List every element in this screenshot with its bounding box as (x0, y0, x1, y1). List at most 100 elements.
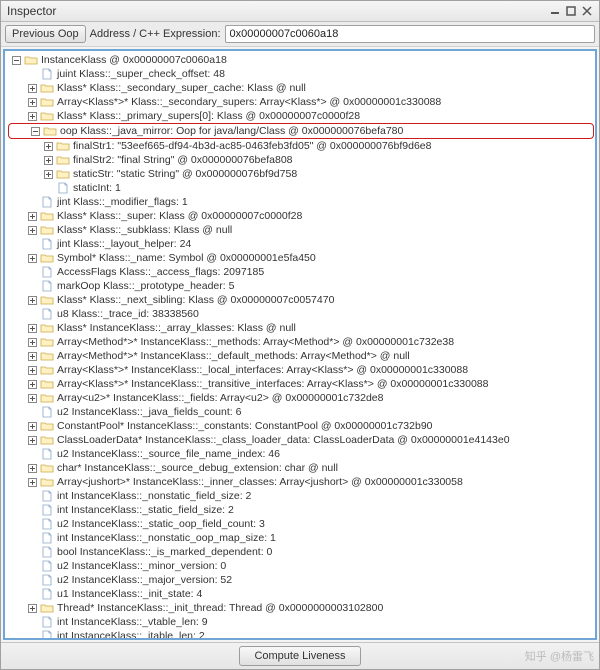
tree-label: staticStr: "static String" @ 0x000000076… (73, 167, 297, 181)
tree-label: finalStr2: "final String" @ 0x000000076b… (73, 153, 293, 167)
expand-icon[interactable] (43, 141, 54, 152)
minimize-icon[interactable] (549, 5, 561, 17)
expand-icon[interactable] (27, 225, 38, 236)
tree-row[interactable]: jint Klass::_modifier_flags: 1 (7, 195, 595, 209)
expand-icon[interactable] (27, 393, 38, 404)
tree-row[interactable]: Array<Klass*>* Klass::_secondary_supers:… (7, 95, 595, 109)
tree-row[interactable]: bool InstanceKlass::_is_marked_dependent… (7, 545, 595, 559)
tree-label: InstanceKlass @ 0x00000007c0060a18 (41, 53, 227, 67)
tree-row[interactable]: char* InstanceKlass::_source_debug_exten… (7, 461, 595, 475)
folder-icon (40, 96, 54, 108)
tree-label: u1 InstanceKlass::_init_state: 4 (57, 587, 202, 601)
tree-row[interactable]: oop Klass::_java_mirror: Oop for java/la… (10, 124, 592, 138)
tree-row[interactable]: Klass* Klass::_primary_supers[0]: Klass … (7, 109, 595, 123)
tree-row[interactable]: staticInt: 1 (7, 181, 595, 195)
tree-row[interactable]: int InstanceKlass::_nonstatic_oop_map_si… (7, 531, 595, 545)
previous-oop-button[interactable]: Previous Oop (5, 25, 86, 43)
expand-icon[interactable] (27, 365, 38, 376)
expand-icon[interactable] (27, 477, 38, 488)
tree-row[interactable]: ConstantPool* InstanceKlass::_constants:… (7, 419, 595, 433)
folder-icon (56, 168, 70, 180)
tree-row[interactable]: InstanceKlass @ 0x00000007c0060a18 (7, 53, 595, 67)
tree-row[interactable]: u2 InstanceKlass::_minor_version: 0 (7, 559, 595, 573)
tree-row[interactable]: Klass* Klass::_subklass: Klass @ null (7, 223, 595, 237)
expand-icon[interactable] (43, 155, 54, 166)
tree-row[interactable]: Klass* Klass::_next_sibling: Klass @ 0x0… (7, 293, 595, 307)
folder-icon (40, 602, 54, 614)
expand-icon[interactable] (27, 351, 38, 362)
tree-label: jint Klass::_layout_helper: 24 (57, 237, 191, 251)
tree-row[interactable]: juint Klass::_super_check_offset: 48 (7, 67, 595, 81)
tree-row[interactable]: u2 InstanceKlass::_java_fields_count: 6 (7, 405, 595, 419)
tree-view[interactable]: InstanceKlass @ 0x00000007c0060a18juint … (3, 49, 597, 640)
tree-row[interactable]: Klass* Klass::_super: Klass @ 0x00000007… (7, 209, 595, 223)
maximize-icon[interactable] (565, 5, 577, 17)
tree-row[interactable]: markOop Klass::_prototype_header: 5 (7, 279, 595, 293)
tree-row[interactable]: Array<Method*>* InstanceKlass::_default_… (7, 349, 595, 363)
tree-row[interactable]: u2 InstanceKlass::_static_oop_field_coun… (7, 517, 595, 531)
tree-row[interactable]: u1 InstanceKlass::_init_state: 4 (7, 587, 595, 601)
tree-row[interactable]: Array<Klass*>* InstanceKlass::_local_int… (7, 363, 595, 377)
tree-row[interactable]: Klass* InstanceKlass::_array_klasses: Kl… (7, 321, 595, 335)
tree-row[interactable]: Symbol* Klass::_name: Symbol @ 0x0000000… (7, 251, 595, 265)
tree-row[interactable]: u2 InstanceKlass::_source_file_name_inde… (7, 447, 595, 461)
tree-row[interactable]: AccessFlags Klass::_access_flags: 209718… (7, 265, 595, 279)
expand-icon[interactable] (27, 253, 38, 264)
folder-icon (40, 392, 54, 404)
tree-row[interactable]: int InstanceKlass::_static_field_size: 2 (7, 503, 595, 517)
folder-icon (40, 420, 54, 432)
tree-row[interactable]: Array<Method*>* InstanceKlass::_methods:… (7, 335, 595, 349)
tree-row[interactable]: int InstanceKlass::_itable_len: 2 (7, 629, 595, 640)
tree-label: Klass* Klass::_subklass: Klass @ null (57, 223, 232, 237)
expand-icon[interactable] (27, 83, 38, 94)
expand-icon[interactable] (27, 337, 38, 348)
tree-row[interactable]: Array<jushort>* InstanceKlass::_inner_cl… (7, 475, 595, 489)
tree-row[interactable]: Array<Klass*>* InstanceKlass::_transitiv… (7, 377, 595, 391)
tree-label: u8 Klass::_trace_id: 38338560 (57, 307, 199, 321)
tree-label: int InstanceKlass::_static_field_size: 2 (57, 503, 234, 517)
expand-icon[interactable] (27, 323, 38, 334)
close-icon[interactable] (581, 5, 593, 17)
tree-row[interactable]: u2 InstanceKlass::_major_version: 52 (7, 573, 595, 587)
tree-row[interactable]: finalStr2: "final String" @ 0x000000076b… (7, 153, 595, 167)
tree-label: int InstanceKlass::_nonstatic_field_size… (57, 489, 251, 503)
folder-icon (40, 476, 54, 488)
tree-label: Klass* Klass::_primary_supers[0]: Klass … (57, 109, 360, 123)
collapse-icon[interactable] (11, 55, 22, 66)
tree-row[interactable]: finalStr1: "53eef665-df94-4b3d-ac85-0463… (7, 139, 595, 153)
file-icon (40, 588, 54, 600)
tree-row[interactable]: u8 Klass::_trace_id: 38338560 (7, 307, 595, 321)
tree-label: Array<Klass*>* InstanceKlass::_transitiv… (57, 377, 489, 391)
expand-icon[interactable] (43, 169, 54, 180)
tree-row[interactable]: jint Klass::_layout_helper: 24 (7, 237, 595, 251)
expand-icon[interactable] (27, 97, 38, 108)
tree-row[interactable]: Thread* InstanceKlass::_init_thread: Thr… (7, 601, 595, 615)
tree-row[interactable]: staticStr: "static String" @ 0x000000076… (7, 167, 595, 181)
tree-row[interactable]: Array<u2>* InstanceKlass::_fields: Array… (7, 391, 595, 405)
expand-icon[interactable] (27, 421, 38, 432)
address-input[interactable] (225, 25, 596, 43)
tree-label: Klass* Klass::_next_sibling: Klass @ 0x0… (57, 293, 334, 307)
tree-row[interactable]: ClassLoaderData* InstanceKlass::_class_l… (7, 433, 595, 447)
expand-icon[interactable] (27, 603, 38, 614)
expand-icon[interactable] (27, 295, 38, 306)
expand-icon[interactable] (27, 111, 38, 122)
tree-row[interactable]: int InstanceKlass::_nonstatic_field_size… (7, 489, 595, 503)
window-title: Inspector (7, 4, 56, 18)
folder-icon (24, 54, 38, 66)
compute-liveness-button[interactable]: Compute Liveness (239, 646, 360, 666)
footer-bar: Compute Liveness (1, 642, 599, 669)
expand-icon[interactable] (27, 435, 38, 446)
file-icon (40, 560, 54, 572)
folder-icon (40, 434, 54, 446)
tree-row[interactable]: Klass* Klass::_secondary_super_cache: Kl… (7, 81, 595, 95)
file-icon (40, 504, 54, 516)
tree-label: markOop Klass::_prototype_header: 5 (57, 279, 234, 293)
collapse-icon[interactable] (30, 126, 41, 137)
tree-label: Klass* InstanceKlass::_array_klasses: Kl… (57, 321, 296, 335)
tree-label: bool InstanceKlass::_is_marked_dependent… (57, 545, 272, 559)
expand-icon[interactable] (27, 211, 38, 222)
tree-row[interactable]: int InstanceKlass::_vtable_len: 9 (7, 615, 595, 629)
expand-icon[interactable] (27, 379, 38, 390)
expand-icon[interactable] (27, 463, 38, 474)
